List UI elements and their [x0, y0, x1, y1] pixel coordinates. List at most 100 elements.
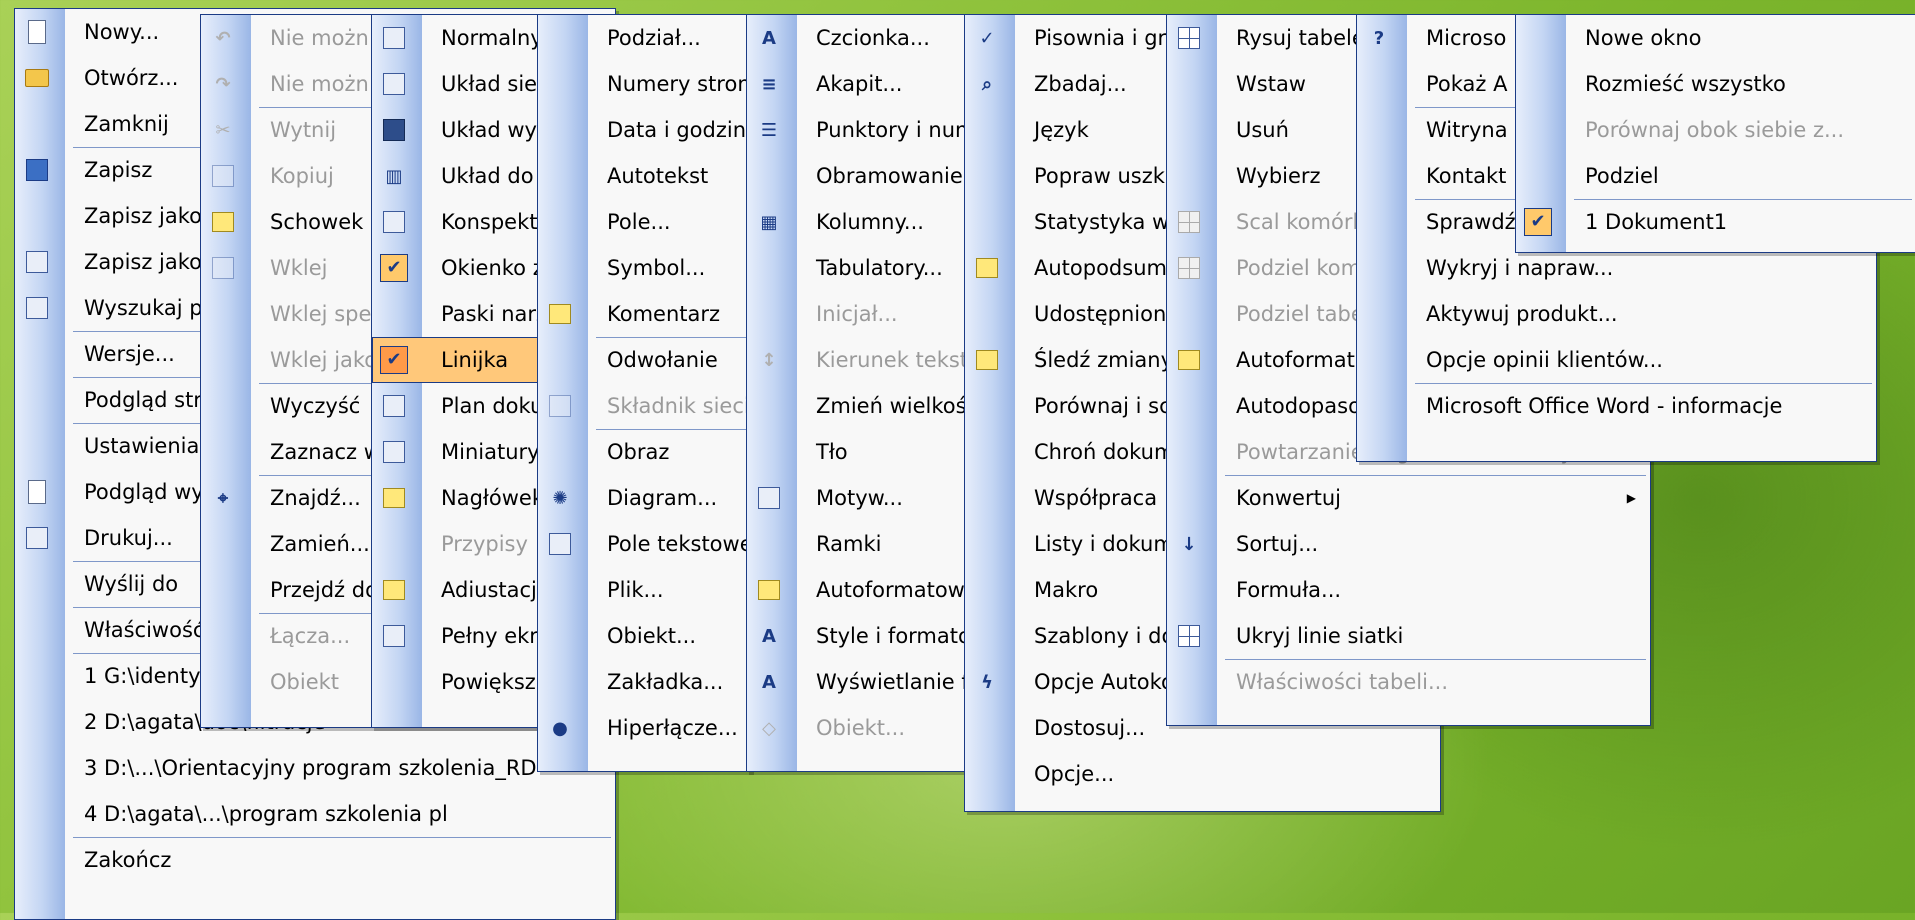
menu-item-label: Kontakt [1426, 164, 1507, 188]
print-layout-icon [380, 116, 408, 144]
thumbnails-icon [380, 438, 408, 466]
menu-item-label: Wklej spe [270, 302, 372, 326]
menu-item-pomoc-6[interactable]: Aktywuj produkt... [1357, 291, 1876, 337]
menu-item-label: Nie możn [270, 72, 369, 96]
menu-item-label: Motyw... [816, 486, 903, 510]
format-object-icon: ◇ [762, 717, 776, 739]
menu-item-label: Znajdź... [270, 486, 361, 510]
menu-item-label: Udostępnion [1034, 302, 1167, 326]
menu-item-label: Tabulatory... [816, 256, 943, 280]
menu-item-label: 1 Dokument1 [1585, 210, 1728, 234]
menu-item-label: Podgląd wy [84, 480, 204, 504]
menu-item-label: Komentarz [607, 302, 721, 326]
menu-item-wstaw-0[interactable]: Podział... [538, 15, 750, 61]
menu-item-wstaw-11[interactable]: Pole tekstowe [538, 521, 750, 567]
menu-item-wstaw-15[interactable]: ● Hiperłącze... [538, 705, 750, 751]
menu-item-wstaw-12[interactable]: Plik... [538, 567, 750, 613]
menu-item-label: Popraw uszk [1034, 164, 1165, 188]
menu-item-format-6: Inicjał... [747, 291, 971, 337]
menu-item-format-9[interactable]: Tło [747, 429, 971, 475]
menu-item-okno-3[interactable]: Podziel [1516, 153, 1915, 199]
menu-item-label: Data i godzina [607, 118, 751, 142]
menu-item-tabela-12[interactable]: Formuła... [1167, 567, 1650, 613]
menu-item-wstaw-9[interactable]: Obraz [538, 429, 750, 475]
menu-item-label: Pełny ekr [441, 624, 538, 648]
menu-item-wstaw-7[interactable]: Odwołanie [538, 337, 750, 383]
split-cells-icon [1175, 254, 1203, 282]
autocorrect-icon: ϟ [981, 671, 993, 693]
menu-item-tabela-10[interactable]: Konwertuj ▶ [1167, 475, 1650, 521]
diagram-icon: ✺ [552, 487, 568, 509]
help-icon: ? [1373, 27, 1385, 49]
menu-item-plik-17[interactable]: 4 D:\agata\...\program szkolenia pl [15, 791, 615, 837]
redo-icon: ↷ [215, 73, 231, 95]
menu-item-format-0[interactable]: A Czcionka... [747, 15, 971, 61]
menu-item-plik-18[interactable]: Zakończ [15, 837, 615, 883]
menu-item-label: Zamknij [84, 112, 169, 136]
menu-item-wstaw-3[interactable]: Autotekst [538, 153, 750, 199]
menu-item-narzedzia-16[interactable]: Opcje... [965, 751, 1440, 797]
menu-item-label: Obramowanie [816, 164, 963, 188]
menu-item-tabela-13[interactable]: Ukryj linie siatki [1167, 613, 1650, 659]
menu-item-label: Diagram... [607, 486, 718, 510]
menu-item-label: Obiekt... [607, 624, 697, 648]
menu-item-label: Kierunek tekstu [816, 348, 972, 372]
menu-item-format-4[interactable]: ▦ Kolumny... [747, 199, 971, 245]
menu-item-wstaw-5[interactable]: Symbol... [538, 245, 750, 291]
menu-item-format-5[interactable]: Tabulatory... [747, 245, 971, 291]
menu-item-label: Składnik sieci [607, 394, 750, 418]
menu-item-label: Szablony i do [1034, 624, 1175, 648]
search-file-icon [23, 294, 51, 322]
menu-item-label: Zapisz jako [84, 250, 203, 274]
menu-item-label: Język [1034, 118, 1089, 142]
menu-item-okno-0[interactable]: Nowe okno [1516, 15, 1915, 61]
menu-item-wstaw-10[interactable]: ✺ Diagram... [538, 475, 750, 521]
menu-item-format-8[interactable]: Zmień wielkość [747, 383, 971, 429]
menu-item-wstaw-2[interactable]: Data i godzina [538, 107, 750, 153]
menu-item-label: Pole tekstowe [607, 532, 751, 556]
menu-item-wstaw-1[interactable]: Numery stron [538, 61, 750, 107]
menu-item-label: Schowek [270, 210, 364, 234]
menu-item-label: Opcje opinii klientów... [1426, 348, 1663, 372]
menu-format: A Czcionka... ≡ Akapit... ☰ Punktory i nume Ob… [746, 14, 972, 772]
menu-item-label: Obiekt... [816, 716, 906, 740]
menu-item-format-14[interactable]: A Wyświetlanie f [747, 659, 971, 705]
comment-icon [546, 300, 574, 328]
menu-item-tabela-11[interactable]: ↓ Sortuj... [1167, 521, 1650, 567]
menu-item-pomoc-8[interactable]: Microsoft Office Word - informacje [1357, 383, 1876, 429]
menu-item-wstaw-13[interactable]: Obiekt... [538, 613, 750, 659]
menu-item-label: Drukuj... [84, 526, 173, 550]
menu-item-okno-1[interactable]: Rozmieść wszystko [1516, 61, 1915, 107]
printer-icon [23, 524, 51, 552]
menu-item-wstaw-6[interactable]: Komentarz [538, 291, 750, 337]
menu-item-label: Odwołanie [607, 348, 718, 372]
menu-item-label: Zaznacz w [270, 440, 381, 464]
menu-item-label: Formuła... [1236, 578, 1342, 602]
merge-cells-icon [1175, 208, 1203, 236]
menu-item-format-13[interactable]: A Style i formato [747, 613, 971, 659]
menu-item-label: Wstaw [1236, 72, 1306, 96]
menu-item-label: Obiekt [270, 670, 340, 694]
menu-item-plik-16[interactable]: 3 D:\...\Orientacyjny program szkolenia_… [15, 745, 615, 791]
menu-item-wstaw-4[interactable]: Pole... [538, 199, 750, 245]
menu-item-label: Chroń dokum [1034, 440, 1175, 464]
menu-item-label: Style i formato [816, 624, 971, 648]
menu-item-format-11[interactable]: Ramki [747, 521, 971, 567]
menu-item-format-12[interactable]: Autoformatow [747, 567, 971, 613]
menu-item-format-3[interactable]: Obramowanie [747, 153, 971, 199]
web-component-icon [546, 392, 574, 420]
menu-item-label: Autoformatow [816, 578, 965, 602]
theme-icon [755, 484, 783, 512]
autoformat-icon [755, 576, 783, 604]
menu-item-okno-4[interactable]: ✔ 1 Dokument1 [1516, 199, 1915, 245]
menu-item-label: Makro [1034, 578, 1099, 602]
menu-item-wstaw-14[interactable]: Zakładka... [538, 659, 750, 705]
menu-item-format-2[interactable]: ☰ Punktory i nume [747, 107, 971, 153]
paste-icon [209, 254, 237, 282]
folder-icon [23, 64, 51, 92]
menu-item-label: Opcje... [1034, 762, 1115, 786]
menu-item-format-1[interactable]: ≡ Akapit... [747, 61, 971, 107]
menu-item-pomoc-7[interactable]: Opcje opinii klientów... [1357, 337, 1876, 383]
menu-item-format-10[interactable]: Motyw... [747, 475, 971, 521]
checkmark-icon: ✔ [380, 254, 408, 282]
